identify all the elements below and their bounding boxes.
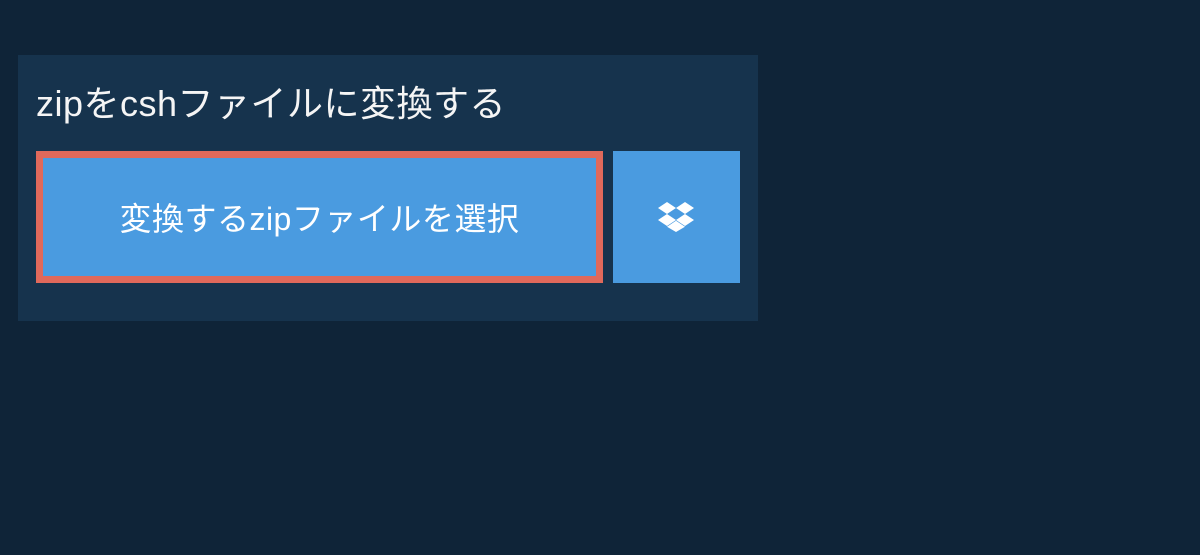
dropbox-icon (658, 199, 694, 235)
button-row: 変換するzipファイルを選択 (18, 151, 758, 283)
page-title: zipをcshファイルに変換する (36, 75, 595, 127)
converter-panel: zipをcshファイルに変換する 変換するzipファイルを選択 (18, 55, 758, 321)
dropbox-button[interactable] (613, 151, 740, 283)
select-file-button[interactable]: 変換するzipファイルを選択 (36, 151, 603, 283)
select-file-label: 変換するzipファイルを選択 (119, 194, 519, 240)
title-bar: zipをcshファイルに変換する (18, 55, 613, 151)
